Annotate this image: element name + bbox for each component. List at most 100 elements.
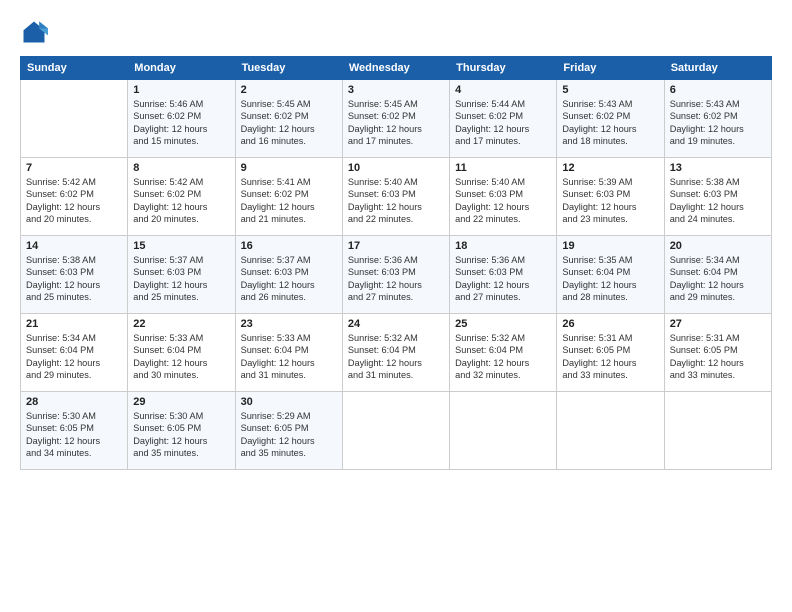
day-number: 26 (562, 318, 658, 330)
day-number: 1 (133, 84, 229, 96)
day-info: Sunrise: 5:38 AM Sunset: 6:03 PM Dayligh… (26, 254, 122, 304)
day-number: 14 (26, 240, 122, 252)
calendar-cell: 13 Sunrise: 5:38 AM Sunset: 6:03 PM Dayli… (664, 158, 771, 236)
day-info: Sunrise: 5:45 AM Sunset: 6:02 PM Dayligh… (241, 98, 337, 148)
calendar-cell: 29 Sunrise: 5:30 AM Sunset: 6:05 PM Dayli… (128, 392, 235, 470)
day-number: 24 (348, 318, 444, 330)
day-info: Sunrise: 5:37 AM Sunset: 6:03 PM Dayligh… (241, 254, 337, 304)
day-number: 12 (562, 162, 658, 174)
calendar-cell: 10 Sunrise: 5:40 AM Sunset: 6:03 PM Dayli… (342, 158, 449, 236)
weekday-header: Sunday (21, 57, 128, 80)
day-number: 3 (348, 84, 444, 96)
calendar-week-row: 14 Sunrise: 5:38 AM Sunset: 6:03 PM Dayli… (21, 236, 772, 314)
day-info: Sunrise: 5:32 AM Sunset: 6:04 PM Dayligh… (455, 332, 551, 382)
day-number: 5 (562, 84, 658, 96)
calendar-cell: 16 Sunrise: 5:37 AM Sunset: 6:03 PM Dayli… (235, 236, 342, 314)
day-info: Sunrise: 5:39 AM Sunset: 6:03 PM Dayligh… (562, 176, 658, 226)
weekday-header: Saturday (664, 57, 771, 80)
calendar-cell: 6Sunrise: 5:43 AM Sunset: 6:02 PM Daylig… (664, 80, 771, 158)
day-info: Sunrise: 5:42 AM Sunset: 6:02 PM Dayligh… (133, 176, 229, 226)
day-info: Sunrise: 5:35 AM Sunset: 6:04 PM Dayligh… (562, 254, 658, 304)
day-info: Sunrise: 5:37 AM Sunset: 6:03 PM Dayligh… (133, 254, 229, 304)
weekday-header: Friday (557, 57, 664, 80)
calendar-cell: 20 Sunrise: 5:34 AM Sunset: 6:04 PM Dayli… (664, 236, 771, 314)
day-number: 19 (562, 240, 658, 252)
day-info: Sunrise: 5:34 AM Sunset: 6:04 PM Dayligh… (670, 254, 766, 304)
day-number: 18 (455, 240, 551, 252)
calendar-cell (557, 392, 664, 470)
day-number: 2 (241, 84, 337, 96)
day-info: Sunrise: 5:30 AM Sunset: 6:05 PM Dayligh… (133, 410, 229, 460)
calendar-cell: 23Sunrise: 5:33 AM Sunset: 6:04 PM Dayli… (235, 314, 342, 392)
calendar-week-row: 7 Sunrise: 5:42 AM Sunset: 6:02 PM Daylig… (21, 158, 772, 236)
day-number: 28 (26, 396, 122, 408)
calendar-cell: 17 Sunrise: 5:36 AM Sunset: 6:03 PM Dayli… (342, 236, 449, 314)
calendar-cell: 2 Sunrise: 5:45 AM Sunset: 6:02 PM Daylig… (235, 80, 342, 158)
day-info: Sunrise: 5:40 AM Sunset: 6:03 PM Dayligh… (455, 176, 551, 226)
calendar-cell: 18 Sunrise: 5:36 AM Sunset: 6:03 PM Dayli… (450, 236, 557, 314)
day-info: Sunrise: 5:38 AM Sunset: 6:03 PM Dayligh… (670, 176, 766, 226)
calendar-table: SundayMondayTuesdayWednesdayThursdayFrid… (20, 56, 772, 470)
day-number: 7 (26, 162, 122, 174)
calendar-cell: 9 Sunrise: 5:41 AM Sunset: 6:02 PM Daylig… (235, 158, 342, 236)
calendar-cell: 15 Sunrise: 5:37 AM Sunset: 6:03 PM Dayli… (128, 236, 235, 314)
weekday-header: Monday (128, 57, 235, 80)
day-info: Sunrise: 5:42 AM Sunset: 6:02 PM Dayligh… (26, 176, 122, 226)
calendar-cell: 22 Sunrise: 5:33 AM Sunset: 6:04 PM Dayli… (128, 314, 235, 392)
calendar-cell (450, 392, 557, 470)
calendar-cell: 11 Sunrise: 5:40 AM Sunset: 6:03 PM Dayli… (450, 158, 557, 236)
day-info: Sunrise: 5:43 AM Sunset: 6:02 PM Dayligh… (562, 98, 658, 148)
day-number: 21 (26, 318, 122, 330)
day-info: Sunrise: 5:33 AM Sunset: 6:04 PM Dayligh… (133, 332, 229, 382)
calendar-week-row: 28 Sunrise: 5:30 AM Sunset: 6:05 PM Dayli… (21, 392, 772, 470)
day-number: 22 (133, 318, 229, 330)
day-number: 8 (133, 162, 229, 174)
calendar-cell: 5 Sunrise: 5:43 AM Sunset: 6:02 PM Daylig… (557, 80, 664, 158)
day-info: Sunrise: 5:31 AM Sunset: 6:05 PM Dayligh… (670, 332, 766, 382)
weekday-header: Thursday (450, 57, 557, 80)
calendar-cell: 8 Sunrise: 5:42 AM Sunset: 6:02 PM Daylig… (128, 158, 235, 236)
day-info: Sunrise: 5:36 AM Sunset: 6:03 PM Dayligh… (455, 254, 551, 304)
day-number: 15 (133, 240, 229, 252)
calendar-cell (21, 80, 128, 158)
day-number: 13 (670, 162, 766, 174)
day-number: 29 (133, 396, 229, 408)
calendar-cell: 24Sunrise: 5:32 AM Sunset: 6:04 PM Dayli… (342, 314, 449, 392)
calendar-week-row: 21Sunrise: 5:34 AM Sunset: 6:04 PM Dayli… (21, 314, 772, 392)
day-info: Sunrise: 5:36 AM Sunset: 6:03 PM Dayligh… (348, 254, 444, 304)
day-number: 4 (455, 84, 551, 96)
header (20, 18, 772, 46)
day-number: 11 (455, 162, 551, 174)
weekday-header: Tuesday (235, 57, 342, 80)
day-info: Sunrise: 5:33 AM Sunset: 6:04 PM Dayligh… (241, 332, 337, 382)
day-number: 25 (455, 318, 551, 330)
day-number: 16 (241, 240, 337, 252)
day-number: 27 (670, 318, 766, 330)
calendar-header-row: SundayMondayTuesdayWednesdayThursdayFrid… (21, 57, 772, 80)
day-info: Sunrise: 5:43 AM Sunset: 6:02 PM Dayligh… (670, 98, 766, 148)
page: SundayMondayTuesdayWednesdayThursdayFrid… (0, 0, 792, 612)
day-info: Sunrise: 5:41 AM Sunset: 6:02 PM Dayligh… (241, 176, 337, 226)
day-info: Sunrise: 5:31 AM Sunset: 6:05 PM Dayligh… (562, 332, 658, 382)
calendar-cell: 27 Sunrise: 5:31 AM Sunset: 6:05 PM Dayli… (664, 314, 771, 392)
calendar-cell: 19 Sunrise: 5:35 AM Sunset: 6:04 PM Dayli… (557, 236, 664, 314)
calendar-cell: 12 Sunrise: 5:39 AM Sunset: 6:03 PM Dayli… (557, 158, 664, 236)
day-info: Sunrise: 5:30 AM Sunset: 6:05 PM Dayligh… (26, 410, 122, 460)
day-number: 17 (348, 240, 444, 252)
calendar-cell (664, 392, 771, 470)
day-info: Sunrise: 5:40 AM Sunset: 6:03 PM Dayligh… (348, 176, 444, 226)
logo-icon (20, 18, 48, 46)
weekday-header: Wednesday (342, 57, 449, 80)
day-number: 20 (670, 240, 766, 252)
day-info: Sunrise: 5:45 AM Sunset: 6:02 PM Dayligh… (348, 98, 444, 148)
day-number: 9 (241, 162, 337, 174)
calendar-week-row: 1 Sunrise: 5:46 AM Sunset: 6:02 PM Daylig… (21, 80, 772, 158)
calendar-cell: 25 Sunrise: 5:32 AM Sunset: 6:04 PM Dayli… (450, 314, 557, 392)
calendar-cell: 28 Sunrise: 5:30 AM Sunset: 6:05 PM Dayli… (21, 392, 128, 470)
day-info: Sunrise: 5:29 AM Sunset: 6:05 PM Dayligh… (241, 410, 337, 460)
logo (20, 18, 52, 46)
calendar-cell: 7 Sunrise: 5:42 AM Sunset: 6:02 PM Daylig… (21, 158, 128, 236)
day-number: 10 (348, 162, 444, 174)
day-info: Sunrise: 5:44 AM Sunset: 6:02 PM Dayligh… (455, 98, 551, 148)
day-info: Sunrise: 5:46 AM Sunset: 6:02 PM Dayligh… (133, 98, 229, 148)
